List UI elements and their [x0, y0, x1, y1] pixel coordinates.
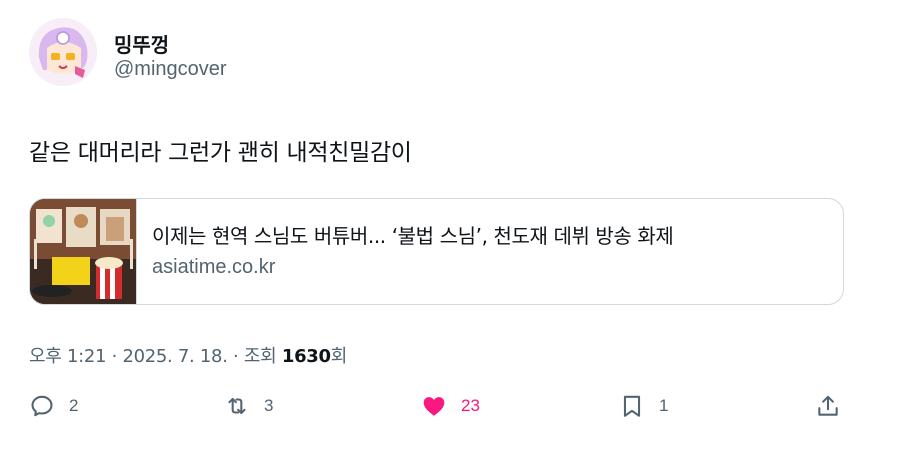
views-label: 조회 — [243, 346, 277, 367]
tweet-text: 같은 대머리라 그런가 괜히 내적친밀감이 — [29, 140, 412, 166]
heart-filled-icon — [423, 397, 445, 416]
bookmark-count: 1 — [659, 396, 669, 415]
bookmark-icon — [623, 395, 641, 417]
share-icon — [818, 395, 838, 416]
display-name[interactable]: 밍뚜껑 — [114, 29, 169, 58]
retweet-icon — [228, 397, 246, 415]
views-count: 1630 — [281, 346, 331, 367]
avatar-illustration — [29, 18, 97, 86]
meta-separator: · — [111, 346, 118, 367]
user-handle[interactable]: @mingcover — [114, 58, 227, 81]
link-preview-card[interactable]: 이제는 현역 스님도 버튜버... ‘불법 스님’, 천도재 데뷔 방송 화제 … — [29, 198, 844, 305]
like-count: 23 — [461, 396, 480, 415]
retweet-button[interactable]: 3 — [224, 388, 273, 424]
like-button[interactable]: 23 — [421, 388, 480, 424]
bookmark-button[interactable]: 1 — [619, 388, 668, 424]
meta-separator: · — [233, 346, 239, 367]
tweet-meta: 오후 1:21 · 2025. 7. 18. · 조회 1630회 — [29, 342, 347, 368]
reply-count: 2 — [69, 396, 79, 415]
tweet-date[interactable]: 2025. 7. 18. — [122, 346, 227, 367]
share-button[interactable] — [815, 388, 841, 424]
link-card-domain: asiatime.co.kr — [152, 256, 276, 278]
reply-icon — [31, 395, 53, 417]
views-suffix: 회 — [330, 346, 348, 367]
tweet-time[interactable]: 오후 1:21 — [29, 346, 106, 367]
retweet-count: 3 — [264, 396, 274, 415]
reply-button[interactable]: 2 — [29, 388, 78, 424]
link-thumbnail — [30, 199, 137, 304]
link-card-title: 이제는 현역 스님도 버튜버... ‘불법 스님’, 천도재 데뷔 방송 화제 — [152, 224, 674, 248]
action-bar: 2 3 23 1 — [0, 388, 900, 428]
avatar[interactable] — [29, 18, 97, 86]
